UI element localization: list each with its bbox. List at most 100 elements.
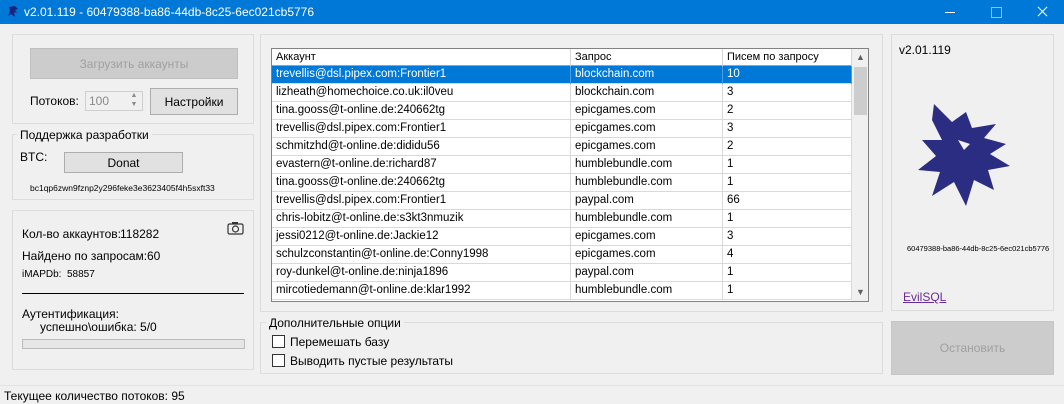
cell-count: 1: [723, 282, 852, 300]
cell-account: mircotiedemann@t-online.de:klar1992: [272, 282, 571, 300]
cell-account: schmitzhd@t-online.de:dididu56: [272, 138, 571, 156]
cell-query: epicgames.com: [571, 102, 723, 120]
cell-account: schulzconstantin@t-online.de:Conny1998: [272, 246, 571, 264]
evilsql-link[interactable]: EvilSQL: [903, 290, 946, 304]
cell-query: humblebundle.com: [571, 282, 723, 300]
title-bar: v2.01.119 - 60479388-ba86-44db-8c25-6ec0…: [0, 0, 1064, 24]
table-row[interactable]: evastern@t-online.de:richard87 humblebund…: [272, 156, 852, 174]
cell-account: evastern@t-online.de:richard87: [272, 156, 571, 174]
cell-query: epicgames.com: [571, 246, 723, 264]
results-grid[interactable]: Аккаунт Запрос Писем по запросу trevelli…: [271, 48, 869, 302]
threads-label: Потоков:: [30, 94, 79, 108]
cell-count: 1: [723, 264, 852, 282]
table-row[interactable]: schulzconstantin@t-online.de:Conny1998 ep…: [272, 246, 852, 264]
cell-query: paypal.com: [571, 264, 723, 282]
minimize-icon[interactable]: [928, 0, 972, 24]
cell-count: 3: [723, 84, 852, 102]
table-row[interactable]: jessi0212@t-online.de:Jackie12 epicgames.…: [272, 228, 852, 246]
table-row[interactable]: tina.gooss@t-online.de:240662tg epicgames…: [272, 102, 852, 120]
table-row[interactable]: tina.gooss@t-online.de:240662tg humblebun…: [272, 174, 852, 192]
grid-scrollbar[interactable]: ▲ ▼: [852, 49, 868, 301]
table-row[interactable]: trevellis@dsl.pipex.com:Frontier1 blockch…: [272, 66, 852, 84]
table-row[interactable]: mircotiedemann@t-online.de:klar1992 humbl…: [272, 282, 852, 300]
cell-count: 1: [723, 210, 852, 228]
dragon-logo-icon: [918, 104, 1010, 206]
cell-query: epicgames.com: [571, 228, 723, 246]
cell-count: 4: [723, 246, 852, 264]
threads-stepper[interactable]: 100 ▲ ▼: [85, 91, 143, 111]
maximize-icon[interactable]: [974, 0, 1018, 24]
settings-button[interactable]: Настройки: [150, 88, 238, 115]
cell-account: trevellis@dsl.pipex.com:Frontier1: [272, 66, 571, 84]
cell-account: lizheath@homechoice.co.uk:il0veu: [272, 84, 571, 102]
cell-query: blockchain.com: [571, 66, 723, 84]
window-title: v2.01.119 - 60479388-ba86-44db-8c25-6ec0…: [24, 5, 315, 19]
cell-query: epicgames.com: [571, 120, 723, 138]
imapdb-label: iMAPDb:: [22, 269, 62, 280]
load-accounts-button[interactable]: Загрузить аккаунты: [30, 48, 238, 79]
cell-count: 1: [723, 156, 852, 174]
found-label: Найдено по запросам:: [22, 249, 148, 263]
stepper-down-icon[interactable]: ▼: [127, 101, 141, 110]
status-text: Текущее количество потоков: 95: [4, 389, 185, 403]
grid-viewport: Аккаунт Запрос Писем по запросу trevelli…: [272, 49, 852, 301]
cell-query: humblebundle.com: [571, 174, 723, 192]
cell-count: 1: [723, 174, 852, 192]
auth-detail: успешно\ошибка: 5/0: [40, 320, 157, 334]
found-value: 60: [147, 249, 161, 263]
cell-account: roy-dunkel@t-online.de:ninja1896: [272, 264, 571, 282]
cell-count: 2: [723, 102, 852, 120]
cell-count: 10: [723, 66, 852, 84]
stepper-up-icon[interactable]: ▲: [127, 92, 141, 101]
cell-account: tina.gooss@t-online.de:240662tg: [272, 102, 571, 120]
column-header-count[interactable]: Писем по запросу: [723, 49, 852, 66]
btc-address: bc1qp6zwn9fznp2y296feke3e3623405f4h5sxft…: [30, 183, 215, 193]
cell-account: trevellis@dsl.pipex.com:Frontier1: [272, 120, 571, 138]
cell-account: tina.gooss@t-online.de:240662tg: [272, 174, 571, 192]
donate-button[interactable]: Donat: [64, 152, 183, 173]
cell-query: epicgames.com: [571, 138, 723, 156]
shuffle-label[interactable]: Перемешать базу: [290, 335, 389, 349]
cell-count: 2: [723, 138, 852, 156]
cell-count: 66: [723, 192, 852, 210]
support-group-title: Поддержка разработки: [17, 128, 152, 142]
table-row[interactable]: lizheath@homechoice.co.uk:il0veu blockcha…: [272, 84, 852, 102]
cell-query: humblebundle.com: [571, 156, 723, 174]
auth-label: Аутентификация:: [22, 307, 119, 321]
imapdb-value: 58857: [67, 269, 95, 280]
status-bar: Текущее количество потоков: 95: [0, 385, 1064, 404]
grid-body: trevellis@dsl.pipex.com:Frontier1 blockch…: [272, 66, 852, 300]
cell-count: 3: [723, 120, 852, 138]
scroll-thumb[interactable]: [854, 67, 867, 115]
column-header-account[interactable]: Аккаунт: [272, 49, 571, 66]
table-row[interactable]: trevellis@dsl.pipex.com:Frontier1 epicgam…: [272, 120, 852, 138]
version-label: v2.01.119: [899, 43, 951, 57]
shuffle-checkbox[interactable]: [272, 335, 285, 348]
table-row[interactable]: schmitzhd@t-online.de:dididu56 epicgames.…: [272, 138, 852, 156]
options-group-title: Дополнительные опции: [266, 316, 404, 330]
empty-results-label[interactable]: Выводить пустые результаты: [290, 354, 453, 368]
accounts-count-value: 118282: [120, 227, 160, 241]
grid-header: Аккаунт Запрос Писем по запросу: [272, 49, 852, 66]
table-row[interactable]: roy-dunkel@t-online.de:ninja1896 paypal.c…: [272, 264, 852, 282]
column-header-query[interactable]: Запрос: [571, 49, 723, 66]
app-icon: [8, 6, 18, 17]
cell-account: trevellis@dsl.pipex.com:Frontier1: [272, 192, 571, 210]
table-row[interactable]: chris-lobitz@t-online.de:s3kt3nmuzik humb…: [272, 210, 852, 228]
camera-icon[interactable]: [227, 221, 244, 235]
close-icon[interactable]: [1020, 0, 1064, 24]
stop-button[interactable]: Остановить: [891, 321, 1054, 375]
instance-guid: 60479388-ba86-44db-8c25-6ec021cb5776: [907, 244, 1050, 253]
scroll-down-icon[interactable]: ▼: [852, 284, 868, 301]
cell-query: humblebundle.com: [571, 210, 723, 228]
stats-divider: [22, 293, 244, 294]
threads-value: 100: [89, 94, 110, 108]
cell-query: blockchain.com: [571, 84, 723, 102]
empty-results-checkbox[interactable]: [272, 354, 285, 367]
table-row[interactable]: trevellis@dsl.pipex.com:Frontier1 paypal.…: [272, 192, 852, 210]
scroll-up-icon[interactable]: ▲: [852, 49, 868, 66]
cell-account: jessi0212@t-online.de:Jackie12: [272, 228, 571, 246]
cell-account: chris-lobitz@t-online.de:s3kt3nmuzik: [272, 210, 571, 228]
btc-label: BTC:: [20, 150, 48, 164]
cell-count: 3: [723, 228, 852, 246]
